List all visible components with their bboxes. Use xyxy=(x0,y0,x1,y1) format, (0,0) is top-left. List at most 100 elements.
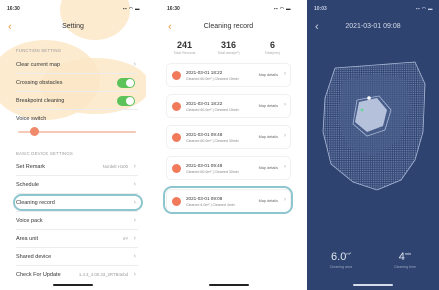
row-label: Voice pack xyxy=(16,218,43,224)
record-info: Cleaned 60.0m² | Cleaned 15min xyxy=(186,77,239,81)
row-label: Schedule xyxy=(16,182,39,188)
voice-switch-row: Voice switch xyxy=(16,110,138,128)
function-section-header: FUNCTION SETTING xyxy=(16,48,62,53)
row-label: Area unit xyxy=(16,236,39,242)
chevron-right-icon: › xyxy=(133,61,136,68)
record-info: Cleaned 60.0m² | Cleaned 30min xyxy=(186,170,239,174)
chevron-right-icon: › xyxy=(284,164,286,170)
status-time: 16:30 xyxy=(167,6,180,12)
crossing-obstacles-row: Crossing obstacles xyxy=(16,74,138,92)
stat-label: Total area(m²) xyxy=(217,51,240,55)
record-item[interactable]: 2021-03-01 18:22 Cleaned 60.0m² | Cleane… xyxy=(166,63,291,87)
cleaning-record-screen: 16:30 ▪▪ ◠ ▬ ‹ Cleaning record 241 Total… xyxy=(160,0,297,290)
area-number: 6.0 xyxy=(331,251,347,263)
cleaning-summary: 6.0m² Cleaning area 4min Cleaning time xyxy=(307,251,439,277)
nav-bar: ‹ Setting xyxy=(0,20,146,36)
status-bar: 16:30 ▪▪ ◠ ▬ xyxy=(160,6,297,14)
record-dot-icon xyxy=(172,164,181,173)
status-icons: ▪▪ ◠ ▬ xyxy=(415,6,433,11)
voice-pack-row[interactable]: Voice pack › xyxy=(16,212,138,230)
area-label: Cleaning area xyxy=(329,265,353,269)
row-label: Clear current map xyxy=(16,62,61,68)
record-date: 2021-03-01 18:22 xyxy=(186,70,223,75)
crossing-obstacles-toggle[interactable] xyxy=(117,78,135,88)
chevron-right-icon: › xyxy=(133,253,136,260)
map-details-link[interactable]: Map details xyxy=(259,73,278,77)
record-dot-icon xyxy=(172,102,181,111)
chevron-right-icon: › xyxy=(284,102,286,108)
status-bar: 16:30 ▪▪ ◠ ▬ xyxy=(0,6,146,14)
stat-label: Total Records xyxy=(173,51,196,55)
stat-time: 6 Total(min) xyxy=(250,40,295,55)
stat-records: 241 Total Records xyxy=(162,40,207,55)
record-date: 2021-03-01 18:22 xyxy=(186,101,223,106)
chevron-right-icon: › xyxy=(133,271,136,278)
cleaning-time-stat: 4min Cleaning time xyxy=(375,251,435,269)
row-value: m² xyxy=(122,236,128,241)
record-item[interactable]: 2021-03-01 09:48 Cleaned 60.0m² | Cleane… xyxy=(166,125,291,149)
chevron-right-icon: › xyxy=(133,217,136,224)
status-bar: 10:03 ▪▪ ◠ ▬ xyxy=(307,6,439,14)
page-title: Setting xyxy=(62,23,84,30)
home-indicator xyxy=(53,284,93,286)
status-icons: ▪▪ ◠ ▬ xyxy=(273,6,291,11)
stat-value: 241 xyxy=(176,40,193,50)
record-dot-icon xyxy=(172,71,181,80)
home-indicator xyxy=(353,284,393,286)
nav-bar: ‹ 2021-03-01 09:08 xyxy=(307,20,439,36)
breakpoint-cleaning-toggle[interactable] xyxy=(117,96,135,106)
time-label: Cleaning time xyxy=(394,265,416,269)
status-icons: ▪▪ ◠ ▬ xyxy=(122,6,140,11)
record-stats: 241 Total Records 316 Total area(m²) 6 T… xyxy=(160,40,297,62)
area-unit: m² xyxy=(346,251,351,256)
record-item[interactable]: 2021-03-01 18:22 Cleaned 60.0m² | Cleane… xyxy=(166,94,291,118)
chevron-right-icon: › xyxy=(133,235,136,242)
page-title: Cleaning record xyxy=(203,23,254,30)
nav-bar: ‹ Cleaning record xyxy=(160,20,297,36)
voice-volume-slider[interactable] xyxy=(18,127,136,136)
cleaning-area-stat: 6.0m² Cleaning area xyxy=(311,251,371,269)
selected-record-highlight xyxy=(163,186,293,214)
home-indicator xyxy=(208,284,249,286)
map-details-link[interactable]: Map details xyxy=(259,135,278,139)
map-details-link[interactable]: Map details xyxy=(259,166,278,170)
record-item[interactable]: 2021-03-01 09:48 Cleaned 60.0m² | Cleane… xyxy=(166,156,291,180)
chevron-right-icon: › xyxy=(284,71,286,77)
check-update-row[interactable]: Check For Update 1.4.3_4.00.33_2RTB4ebd … xyxy=(16,266,138,284)
cleaning-map xyxy=(322,61,426,191)
breakpoint-cleaning-row: Breakpoint cleaning xyxy=(16,92,138,110)
time-value: 4min xyxy=(375,251,435,263)
record-dot-icon xyxy=(172,133,181,142)
stat-area: 316 Total area(m²) xyxy=(206,40,251,55)
row-value: Nordelt H100 xyxy=(102,164,128,169)
robot-position-icon xyxy=(367,96,371,100)
map-detail-screen: 10:03 ▪▪ ◠ ▬ ‹ 2021-03-01 09:08 6.0m² Cl… xyxy=(307,0,439,290)
row-label: Breakpoint cleaning xyxy=(16,98,65,104)
time-unit: min xyxy=(404,251,412,256)
toggle-knob xyxy=(126,79,134,87)
clear-map-row[interactable]: Clear current map › xyxy=(16,56,138,74)
chevron-right-icon: › xyxy=(133,163,136,170)
cleaning-record-highlight xyxy=(13,194,143,211)
charging-dock-icon xyxy=(360,108,364,112)
schedule-row[interactable]: Schedule › xyxy=(16,176,138,194)
chevron-right-icon: › xyxy=(133,181,136,188)
record-info: Cleaned 60.0m² | Cleaned 15min xyxy=(186,108,239,112)
row-value: 1.4.3_4.00.33_2RTB4ebd xyxy=(78,272,128,277)
slider-thumb[interactable] xyxy=(30,127,39,136)
shared-device-row[interactable]: Shared device › xyxy=(16,248,138,266)
settings-screen: 16:30 ▪▪ ◠ ▬ ‹ Setting FUNCTION SETTING … xyxy=(0,0,146,290)
stat-value: 316 xyxy=(220,40,237,50)
chevron-right-icon: › xyxy=(284,133,286,139)
row-label: Check For Update xyxy=(16,272,61,278)
area-value: 6.0m² xyxy=(311,251,371,263)
record-info: Cleaned 60.0m² | Cleaned 30min xyxy=(186,139,239,143)
map-details-link[interactable]: Map details xyxy=(259,104,278,108)
page-title: 2021-03-01 09:08 xyxy=(345,23,401,30)
row-label: Voice switch xyxy=(16,116,47,122)
record-date: 2021-03-01 09:48 xyxy=(186,132,223,137)
status-time: 16:30 xyxy=(7,6,20,12)
stat-value: 6 xyxy=(269,40,275,50)
set-remark-row[interactable]: Set Remark Nordelt H100 › xyxy=(16,158,138,176)
area-unit-row[interactable]: Area unit m² › xyxy=(16,230,138,248)
